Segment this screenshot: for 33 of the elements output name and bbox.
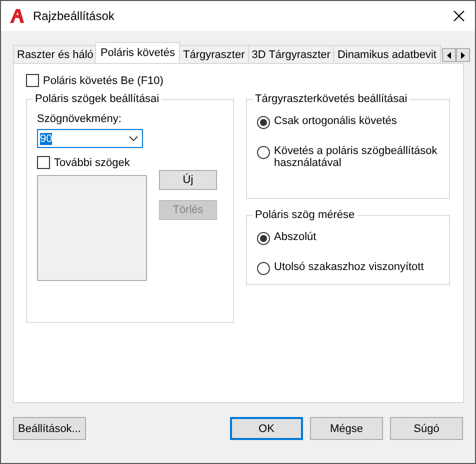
radio-label[interactable]: Abszolút xyxy=(274,231,316,243)
ok-button[interactable]: OK xyxy=(230,417,303,440)
radio-label[interactable]: Csak ortogonális követés xyxy=(274,115,397,127)
tab[interactable]: Poláris követés xyxy=(95,42,180,63)
group-title: Poláris szögek beállításai xyxy=(34,93,160,105)
cancel-button[interactable]: Mégse xyxy=(310,417,383,440)
scroll-left-icon[interactable] xyxy=(442,48,456,62)
radio-label[interactable]: Utolsó szakaszhoz viszonyított xyxy=(274,261,424,273)
field-label: Szögnövekmény: xyxy=(37,113,122,125)
settings-button[interactable]: Beállítások... xyxy=(13,417,86,440)
new-button[interactable]: Új xyxy=(159,170,217,190)
tab[interactable]: Dinamikus adatbevit xyxy=(333,45,440,63)
radio-label[interactable]: Követés a poláris szögbeállítások használatával xyxy=(274,145,439,169)
radio-button[interactable] xyxy=(257,146,270,159)
tab[interactable]: Tárgyraszter xyxy=(179,45,249,63)
group-title: Tárgyraszterkövetés beállításai xyxy=(254,93,408,105)
radio-button[interactable] xyxy=(257,232,270,245)
scroll-right-icon[interactable] xyxy=(456,48,470,62)
app-logo-icon xyxy=(9,8,25,24)
checkbox[interactable] xyxy=(26,74,39,87)
help-button[interactable]: Súgó xyxy=(390,417,463,440)
angle-dropdown[interactable]: 90 xyxy=(37,129,143,148)
checkbox-label[interactable]: További szögek xyxy=(54,156,130,168)
close-icon[interactable] xyxy=(453,10,465,22)
group-title: Poláris szög mérése xyxy=(254,209,356,221)
radio-button[interactable] xyxy=(257,262,270,275)
tab[interactable]: 3D Tárgyraszter xyxy=(248,45,334,63)
checkbox[interactable] xyxy=(37,156,50,169)
checkbox-label[interactable]: Poláris követés Be (F10) xyxy=(43,74,164,86)
window-title: Rajzbeállítások xyxy=(33,9,116,23)
dropdown-caret-icon[interactable] xyxy=(129,136,138,141)
tab[interactable]: Raszter és háló xyxy=(13,45,98,63)
radio-button[interactable] xyxy=(257,116,270,129)
